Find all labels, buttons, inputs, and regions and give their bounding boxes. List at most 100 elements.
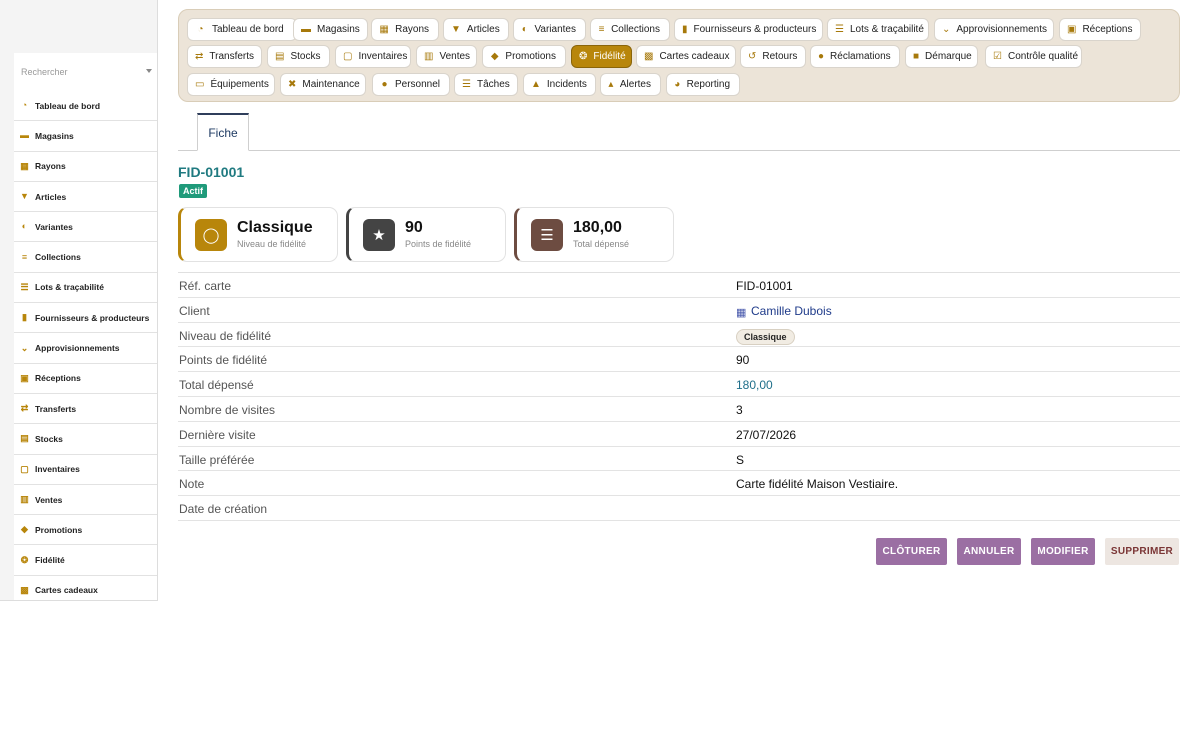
nav-chip-26[interactable]: ▴ Alertes xyxy=(600,73,661,96)
nav-chip-16[interactable]: ▩ Cartes cadeaux xyxy=(636,45,736,68)
nav-chip-5[interactable]: ≡ Collections xyxy=(590,18,670,41)
nav-chip-14[interactable]: ◆ Promotions xyxy=(482,45,566,68)
sidebar-item-12[interactable]: ▢ Inventaires xyxy=(14,455,157,485)
sidebar-item-1[interactable]: ▬ Magasins xyxy=(14,121,157,152)
dashboard-icon: ◔ xyxy=(197,24,204,35)
sidebar-item-5[interactable]: ≡ Collections xyxy=(14,242,157,273)
detail-row-card-ref: Réf. carte FID-01001 xyxy=(178,273,1180,298)
sidebar-item-0[interactable]: ◔ Tableau de bord xyxy=(14,91,157,122)
nav-chip-label: Alertes xyxy=(619,79,651,90)
stat-card-label: Points de fidélité xyxy=(405,239,472,249)
nav-chip-23[interactable]: ● Personnel xyxy=(372,73,450,96)
nav-chip-7[interactable]: ☰ Lots & traçabilité xyxy=(827,18,929,41)
nav-chip-label: Inventaires xyxy=(358,51,408,62)
close-button[interactable]: CLÔTURER xyxy=(876,538,947,565)
comment-icon: ● xyxy=(818,51,825,62)
sidebar-item-7[interactable]: ▮ Fournisseurs & producteurs xyxy=(14,303,157,334)
nav-chip-13[interactable]: ▥ Ventes xyxy=(416,45,477,68)
stat-card-tier: ◯ Classique Niveau de fidélité xyxy=(178,207,338,262)
sidebar-item-14[interactable]: ◆ Promotions xyxy=(14,515,157,546)
nav-chip-25[interactable]: ▲ Incidents xyxy=(523,73,596,96)
stat-card-value: Classique xyxy=(237,219,313,236)
nav-chip-27[interactable]: ◕ Reporting xyxy=(666,73,740,96)
shirt-icon: ▼ xyxy=(20,191,29,202)
sidebar-item-label: Approvisionnements xyxy=(35,343,120,354)
sidebar: ◔ Tableau de bord ▬ Magasins ▦ Rayons ▼ Article… xyxy=(0,0,158,601)
nav-chip-0[interactable]: ◔ Tableau de bord xyxy=(187,18,297,41)
sidebar-item-3[interactable]: ▼ Articles xyxy=(14,182,157,213)
nav-chip-1[interactable]: ▬ Magasins xyxy=(293,18,368,41)
gift-icon: ▩ xyxy=(644,51,654,62)
list-icon: ☰ xyxy=(20,281,29,292)
nav-chip-24[interactable]: ☰ Tâches xyxy=(454,73,518,96)
nav-chip-label: Approvisionnements xyxy=(956,24,1047,35)
sidebar-item-13[interactable]: ▥ Ventes xyxy=(14,485,157,516)
star-icon: ★ xyxy=(363,219,395,251)
award-icon: ❂ xyxy=(20,554,29,565)
details-table: Réf. carte FID-01001 Client ▦ Camille Dub… xyxy=(178,272,1180,521)
nav-chip-17[interactable]: ↺ Retours xyxy=(740,45,806,68)
sidebar-item-10[interactable]: ⇄ Transferts xyxy=(14,394,157,425)
arrows-icon: ⇄ xyxy=(195,51,204,62)
nav-chip-6[interactable]: ▮ Fournisseurs & producteurs xyxy=(674,18,823,41)
trash-icon: ■ xyxy=(913,51,920,62)
tab-fiche[interactable]: Fiche xyxy=(197,113,249,151)
nav-chip-label: Cartes cadeaux xyxy=(659,51,730,62)
nav-chip-10[interactable]: ⇄ Transferts xyxy=(187,45,262,68)
client-name[interactable]: Camille Dubois xyxy=(751,304,832,318)
sidebar-item-9[interactable]: ▣ Réceptions xyxy=(14,364,157,394)
nav-chip-8[interactable]: ⌄ Approvisionnements xyxy=(934,18,1054,41)
nav-chip-18[interactable]: ● Réclamations xyxy=(810,45,900,68)
detail-value: 180,00 xyxy=(736,378,773,393)
sidebar-item-6[interactable]: ☰ Lots & traçabilité xyxy=(14,273,157,304)
sidebar-item-8[interactable]: ⌄ Approvisionnements xyxy=(14,333,157,364)
nav-chip-19[interactable]: ■ Démarque xyxy=(905,45,978,68)
sidebar-item-label: Promotions xyxy=(35,524,83,535)
undo-icon: ↺ xyxy=(748,51,757,62)
chevron-down-icon[interactable] xyxy=(146,69,152,73)
sidebar-item-label: Lots & traçabilité xyxy=(35,282,104,293)
detail-row-total-spent: Total dépensé 180,00 xyxy=(178,372,1180,397)
nav-chip-20[interactable]: ☑ Contrôle qualité xyxy=(985,45,1082,68)
factory-icon: ▮ xyxy=(22,312,27,323)
list-icon: ☰ xyxy=(835,24,844,35)
search-input[interactable] xyxy=(14,53,157,91)
nav-chip-22[interactable]: ✖ Maintenance xyxy=(280,73,366,96)
nav-chip-12[interactable]: ▢ Inventaires xyxy=(335,45,411,68)
gift-icon: ▩ xyxy=(20,584,29,595)
status-badge: Actif xyxy=(179,184,207,198)
sidebar-item-11[interactable]: ▤ Stocks xyxy=(14,424,157,455)
nav-chip-label: Réceptions xyxy=(1082,24,1133,35)
cash-register-icon: ▥ xyxy=(424,51,434,62)
sidebar-item-2[interactable]: ▦ Rayons xyxy=(14,152,157,182)
stat-card-points: ★ 90 Points de fidélité xyxy=(346,207,506,262)
nav-chip-9[interactable]: ▣ Réceptions xyxy=(1059,18,1141,41)
cancel-button[interactable]: ANNULER xyxy=(957,538,1021,565)
nav-chip-2[interactable]: ▦ Rayons xyxy=(371,18,439,41)
sidebar-item-4[interactable]: ◐ Variantes xyxy=(14,212,157,243)
pie-chart-icon: ◕ xyxy=(674,79,681,90)
client-link[interactable]: ▦ Camille Dubois xyxy=(736,304,832,319)
clipboard-icon: ▢ xyxy=(343,51,353,62)
record-id: FID-01001 xyxy=(178,164,245,180)
nav-chip-4[interactable]: ◐ Variantes xyxy=(513,18,586,41)
nav-chip-label: Personnel xyxy=(394,79,440,90)
nav-chip-label: Incidents xyxy=(546,79,587,90)
detail-label: Réf. carte xyxy=(179,279,232,293)
nav-chip-21[interactable]: ▭ Équipements xyxy=(187,73,275,96)
tag-icon: ◆ xyxy=(21,524,28,535)
cart-icon: ⌄ xyxy=(20,342,29,353)
truck-icon: ▣ xyxy=(1067,24,1077,35)
nav-chip-15[interactable]: ❂ Fidélité xyxy=(571,45,632,68)
sidebar-item-16[interactable]: ▩ Cartes cadeaux xyxy=(14,576,157,600)
edit-button[interactable]: MODIFIER xyxy=(1031,538,1095,565)
nav-chip-label: Reporting xyxy=(686,79,730,90)
nav-chip-11[interactable]: ▤ Stocks xyxy=(267,45,330,68)
sidebar-item-15[interactable]: ❂ Fidélité xyxy=(14,545,157,576)
sidebar-item-label: Tableau de bord xyxy=(35,100,101,111)
nav-chip-3[interactable]: ▼ Articles xyxy=(443,18,509,41)
sidebar-search xyxy=(14,53,157,91)
delete-button[interactable]: SUPPRIMER xyxy=(1105,538,1179,565)
sidebar-item-label: Fidélité xyxy=(35,555,65,566)
sidebar-item-label: Réceptions xyxy=(35,373,81,384)
